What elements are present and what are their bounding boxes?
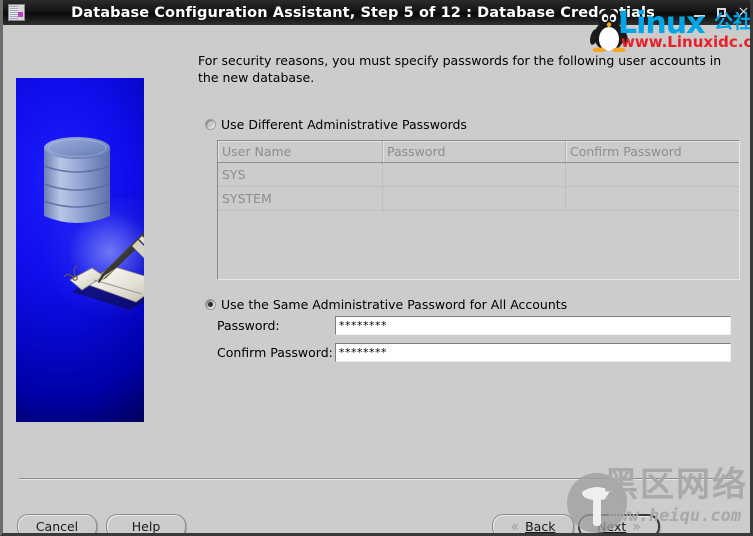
- cell-user-name: SYS: [218, 162, 383, 187]
- next-button-label: Next: [597, 519, 627, 534]
- confirm-password-row: Confirm Password: ********: [217, 343, 731, 362]
- radio-same-indicator: [205, 299, 216, 310]
- sidebar-illustration: [16, 78, 144, 422]
- minimize-icon[interactable]: [693, 6, 706, 19]
- close-icon[interactable]: ×: [737, 5, 750, 19]
- window-title: Database Configuration Assistant, Step 5…: [71, 4, 655, 21]
- column-header-user-name: User Name: [218, 141, 383, 163]
- cell-user-name: SYSTEM: [218, 186, 383, 211]
- column-header-password: Password: [382, 141, 566, 163]
- back-button-label: Back: [525, 519, 556, 534]
- confirm-password-label: Confirm Password:: [217, 345, 333, 360]
- column-header-confirm-password: Confirm Password: [565, 141, 739, 163]
- radio-use-different-passwords[interactable]: Use Different Administrative Passwords: [205, 117, 467, 132]
- cancel-button[interactable]: Cancel: [17, 514, 97, 534]
- back-button[interactable]: « Back: [492, 514, 574, 535]
- radio-use-same-password[interactable]: Use the Same Administrative Password for…: [205, 297, 567, 312]
- window-controls: ×: [693, 0, 750, 25]
- title-bar: Database Configuration Assistant, Step 5…: [3, 0, 750, 25]
- credentials-table[interactable]: User Name Password Confirm Password SYS …: [217, 140, 740, 280]
- next-button[interactable]: Next »: [578, 514, 660, 535]
- table-row[interactable]: SYS: [218, 162, 739, 187]
- help-button[interactable]: Help: [106, 514, 186, 534]
- radio-different-label: Use Different Administrative Passwords: [221, 117, 467, 132]
- radio-same-label: Use the Same Administrative Password for…: [221, 297, 568, 312]
- instruction-text: For security reasons, you must specify p…: [198, 53, 722, 85]
- chevron-left-icon: «: [510, 518, 520, 535]
- table-row[interactable]: SYSTEM: [218, 186, 739, 211]
- confirm-password-input[interactable]: ********: [335, 343, 731, 362]
- password-input[interactable]: ********: [335, 316, 731, 335]
- radio-different-indicator: [205, 119, 216, 130]
- pen-and-tag-icon: [64, 232, 144, 310]
- chevron-right-icon: »: [632, 518, 641, 535]
- table-header-row: User Name Password Confirm Password: [218, 141, 739, 163]
- dialog-content: For security reasons, you must specify p…: [3, 25, 750, 533]
- cancel-button-label: Cancel: [35, 519, 79, 534]
- cell-confirm-password[interactable]: [565, 162, 739, 187]
- application-window: Database Configuration Assistant, Step 5…: [0, 0, 753, 536]
- cell-confirm-password[interactable]: [565, 186, 739, 211]
- password-row: Password: ********: [217, 316, 731, 335]
- maximize-icon[interactable]: [715, 6, 728, 19]
- application-icon: [8, 4, 25, 21]
- cell-password[interactable]: [382, 186, 566, 211]
- help-button-label: Help: [131, 519, 161, 534]
- password-label: Password:: [217, 318, 280, 333]
- cell-password[interactable]: [382, 162, 566, 187]
- button-bar-separator: [19, 478, 736, 479]
